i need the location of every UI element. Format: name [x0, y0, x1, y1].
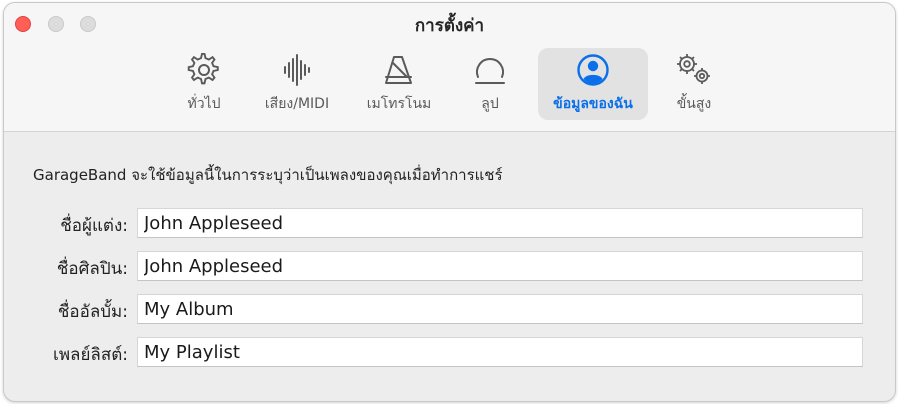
tab-my-info[interactable]: ข้อมูลของฉัน: [538, 48, 648, 120]
tab-loops-label: ลูป: [481, 96, 499, 112]
loop-icon: [460, 52, 520, 88]
window-title: การตั้งค่า: [414, 16, 485, 36]
tab-audio-midi-label: เสียง/MIDI: [264, 96, 330, 112]
album-field[interactable]: [137, 294, 863, 324]
gear-icon: [169, 52, 239, 88]
waveform-icon: [250, 52, 344, 88]
tab-my-info-label: ข้อมูลของฉัน: [553, 96, 633, 112]
album-label: ชื่ออัลบั้ม:: [57, 302, 128, 322]
tab-metronome[interactable]: เมโทรโนม: [353, 48, 445, 120]
playlist-field[interactable]: [137, 337, 863, 367]
playlist-row: เพลย์ลิสต์:: [4, 337, 895, 369]
tab-general-label: ทั่วไป: [187, 96, 221, 112]
tab-loops[interactable]: ลูป: [460, 48, 520, 120]
composer-row: ชื่อผู้แต่ง:: [4, 208, 895, 240]
tab-general[interactable]: ทั่วไป: [169, 48, 239, 120]
my-info-panel: GarageBand จะใช้ข้อมูลนี้ในการระบุว่าเป็…: [4, 132, 895, 401]
tab-metronome-label: เมโทรโนม: [366, 96, 432, 112]
tab-advanced[interactable]: ขั้นสูง: [661, 48, 727, 120]
tab-audio-midi[interactable]: เสียง/MIDI: [250, 48, 344, 120]
artist-field[interactable]: [137, 251, 863, 281]
preferences-window: การตั้งค่า ทั่วไป เสียง/MIDI เมโทรโนม ลู…: [3, 2, 896, 402]
gears-icon: [661, 52, 727, 88]
toolbar: การตั้งค่า ทั่วไป เสียง/MIDI เมโทรโนม ลู…: [4, 3, 895, 132]
composer-field[interactable]: [137, 208, 863, 238]
description-text: GarageBand จะใช้ข้อมูลนี้ในการระบุว่าเป็…: [33, 166, 503, 184]
metronome-icon: [353, 52, 445, 88]
artist-row: ชื่อศิลปิน:: [4, 251, 895, 283]
tab-advanced-label: ขั้นสูง: [676, 96, 712, 112]
person-circle-icon: [538, 52, 648, 88]
playlist-label: เพลย์ลิสต์:: [53, 345, 128, 365]
album-row: ชื่ออัลบั้ม:: [4, 294, 895, 326]
composer-label: ชื่อผู้แต่ง:: [60, 216, 128, 236]
artist-label: ชื่อศิลปิน:: [56, 259, 128, 279]
